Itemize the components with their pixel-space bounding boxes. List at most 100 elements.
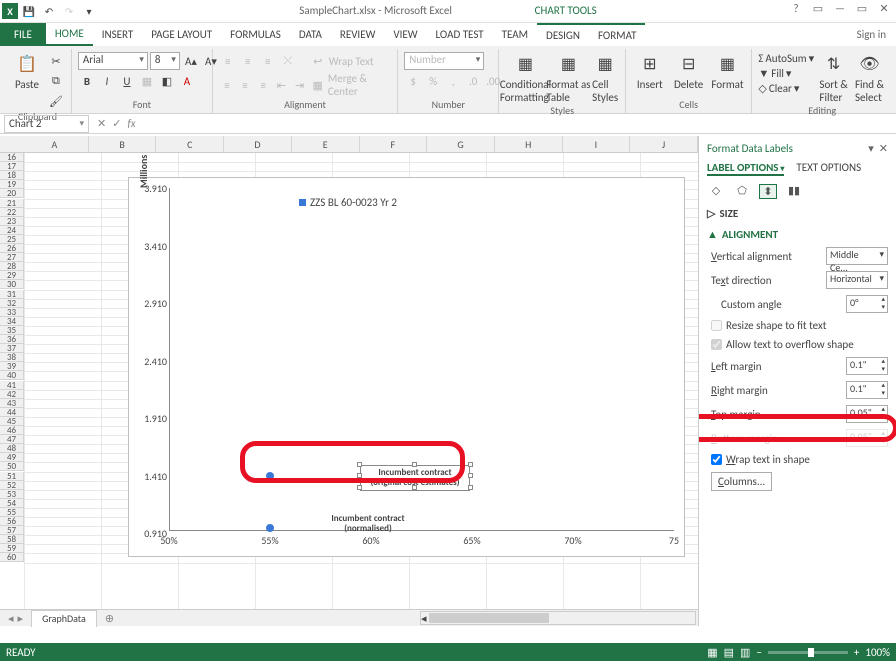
chart-legend[interactable]: ZZS BL 60-0023 Yr 2 bbox=[299, 196, 397, 209]
border-icon[interactable]: ▦ bbox=[138, 72, 156, 90]
wrap-text-checkbox[interactable] bbox=[711, 454, 722, 465]
selection-handle[interactable] bbox=[357, 485, 362, 490]
percent-icon: % bbox=[424, 72, 442, 90]
fill-button[interactable]: ▼ Fill ▾ bbox=[758, 67, 814, 80]
y-tick: 3.410 bbox=[141, 240, 167, 253]
zoom-slider[interactable] bbox=[768, 651, 848, 654]
sign-in-link[interactable]: Sign in bbox=[857, 23, 886, 46]
col-header[interactable]: H bbox=[495, 136, 563, 152]
section-alignment[interactable]: ▲ALIGNMENT bbox=[707, 228, 888, 241]
paste-button[interactable]: 📋 Paste bbox=[10, 52, 44, 91]
tab-data[interactable]: DATA bbox=[290, 23, 331, 46]
tab-home[interactable]: HOME bbox=[46, 23, 93, 46]
zoom-in-icon[interactable]: + bbox=[854, 646, 859, 659]
col-header[interactable]: J bbox=[630, 136, 698, 152]
col-header[interactable]: D bbox=[224, 136, 292, 152]
selection-handle[interactable] bbox=[468, 485, 473, 490]
sheet-tab-graphdata[interactable]: GraphData bbox=[31, 610, 97, 627]
sort-filter-button[interactable]: ⇅Sort & Filter bbox=[817, 52, 850, 104]
col-header[interactable]: B bbox=[89, 136, 157, 152]
fill-line-icon[interactable]: ◇ bbox=[707, 184, 725, 199]
data-label[interactable]: Incumbent contract (normalised) bbox=[318, 514, 418, 534]
tab-page-layout[interactable]: PAGE LAYOUT bbox=[142, 23, 221, 46]
right-margin-spinner[interactable]: 0.1" bbox=[846, 381, 888, 399]
tab-formulas[interactable]: FORMULAS bbox=[221, 23, 290, 46]
cut-icon[interactable]: ✂ bbox=[47, 52, 65, 70]
col-header[interactable]: C bbox=[156, 136, 224, 152]
tab-team[interactable]: TEAM bbox=[493, 23, 537, 46]
x-tick: 50% bbox=[160, 534, 177, 547]
align-right-icon: ≡ bbox=[255, 76, 271, 94]
col-header[interactable]: E bbox=[292, 136, 360, 152]
format-painter-icon[interactable]: 🖌 bbox=[47, 92, 65, 110]
view-page-layout-icon[interactable]: ▤ bbox=[724, 646, 734, 659]
left-margin-spinner[interactable]: 0.1" bbox=[846, 357, 888, 375]
zoom-out-icon[interactable]: − bbox=[756, 646, 761, 659]
maximize-icon[interactable]: ▭ bbox=[854, 2, 870, 15]
tab-file[interactable]: FILE bbox=[0, 23, 46, 46]
fill-color-icon[interactable]: ◧ bbox=[158, 72, 176, 90]
format-cells-button: ▦Format bbox=[710, 52, 746, 91]
ribbon-display-icon[interactable]: ▭ bbox=[810, 2, 826, 15]
y-axis[interactable] bbox=[169, 188, 170, 531]
copy-icon[interactable]: ⧉ bbox=[47, 72, 65, 90]
close-icon[interactable]: ✕ bbox=[876, 2, 892, 15]
text-direction-select[interactable]: Horizontal bbox=[826, 271, 888, 289]
find-select-button[interactable]: 👁Find & Select bbox=[853, 52, 886, 104]
font-color-icon[interactable]: A bbox=[178, 72, 196, 90]
font-size-dropdown[interactable]: 8 bbox=[150, 52, 180, 70]
cancel-formula-icon[interactable]: ✕ bbox=[97, 117, 106, 130]
tab-review[interactable]: REVIEW bbox=[331, 23, 385, 46]
pane-tab-text-options[interactable]: TEXT OPTIONS bbox=[796, 161, 861, 176]
zoom-level[interactable]: 100% bbox=[865, 646, 890, 659]
view-page-break-icon[interactable]: ▥ bbox=[740, 646, 750, 659]
col-header[interactable]: G bbox=[427, 136, 495, 152]
pane-menu-icon[interactable]: ▾ ✕ bbox=[868, 142, 888, 155]
data-point[interactable] bbox=[266, 524, 274, 532]
tab-chart-format[interactable]: FORMAT bbox=[589, 25, 645, 46]
custom-angle-spinner[interactable]: 0° bbox=[846, 295, 888, 313]
increase-font-icon[interactable]: A▴ bbox=[182, 52, 200, 70]
x-axis[interactable] bbox=[169, 530, 674, 531]
pane-tab-label-options[interactable]: LABEL OPTIONS bbox=[707, 161, 784, 176]
collapse-icon: ▲ bbox=[707, 228, 718, 241]
tab-load-test[interactable]: LOAD TEST bbox=[427, 23, 493, 46]
effects-icon[interactable]: ⬠ bbox=[733, 184, 751, 199]
align-left-icon: ≡ bbox=[219, 76, 235, 94]
minimize-icon[interactable]: — bbox=[832, 2, 848, 15]
bold-button[interactable]: B bbox=[78, 72, 96, 90]
window-title: SampleChart.xlsx - Microsoft Excel CHART… bbox=[0, 4, 896, 18]
autosum-button[interactable]: Σ AutoSum ▾ bbox=[758, 52, 814, 65]
section-size[interactable]: ▷SIZE bbox=[707, 207, 888, 220]
tab-chart-design[interactable]: DESIGN bbox=[537, 25, 589, 46]
format-as-table-button: ▦Format as Table bbox=[548, 52, 588, 104]
sheet-nav[interactable]: ◂▸ bbox=[0, 612, 31, 625]
font-name-dropdown[interactable]: Arial bbox=[78, 52, 148, 70]
conditional-formatting-button: ▦Conditional Formatting bbox=[505, 52, 545, 104]
horizontal-scrollbar[interactable]: ◂ bbox=[420, 611, 696, 625]
selection-handle[interactable] bbox=[468, 462, 473, 467]
underline-button[interactable]: U bbox=[118, 72, 136, 90]
name-box[interactable]: Chart 2▾ bbox=[4, 115, 89, 133]
add-sheet-button[interactable]: ⊕ bbox=[97, 612, 122, 625]
fx-icon[interactable]: fx bbox=[127, 117, 135, 130]
col-header[interactable]: I bbox=[563, 136, 631, 152]
chart-object[interactable]: Millions ZZS BL 60-0023 Yr 2 0.9101.4101… bbox=[128, 177, 685, 557]
grid-body[interactable]: Millions ZZS BL 60-0023 Yr 2 0.9101.4101… bbox=[0, 153, 698, 609]
selection-handle[interactable] bbox=[468, 473, 473, 478]
selection-handle[interactable] bbox=[412, 485, 417, 490]
columns-button[interactable]: Columns... bbox=[711, 472, 772, 491]
view-normal-icon[interactable]: ▦ bbox=[707, 646, 717, 659]
help-icon[interactable]: ? bbox=[788, 2, 804, 15]
size-properties-icon[interactable]: ⬍ bbox=[759, 184, 777, 199]
tab-view[interactable]: VIEW bbox=[384, 23, 426, 46]
clear-button[interactable]: ◇ Clear ▾ bbox=[758, 82, 814, 95]
tab-insert[interactable]: INSERT bbox=[93, 23, 143, 46]
row-header[interactable]: 60 bbox=[0, 553, 24, 562]
italic-button[interactable]: I bbox=[98, 72, 116, 90]
col-header[interactable]: F bbox=[360, 136, 428, 152]
col-header[interactable]: A bbox=[21, 136, 89, 152]
vertical-alignment-select[interactable]: Middle Ce... bbox=[826, 247, 888, 265]
enter-formula-icon[interactable]: ✓ bbox=[112, 117, 121, 130]
label-options-icon[interactable]: ▮▮ bbox=[785, 184, 803, 199]
